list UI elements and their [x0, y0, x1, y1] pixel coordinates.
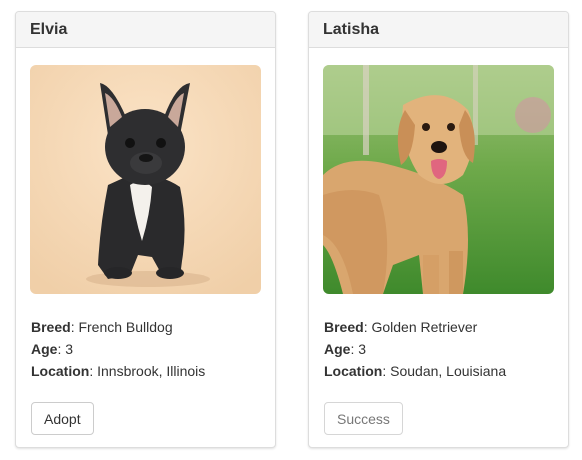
golden-retriever-photo [323, 65, 554, 294]
pet-card-body: Breed: Golden Retriever Age: 3 Location:… [309, 48, 568, 447]
breed-value: Golden Retriever [371, 319, 478, 335]
pet-card-body: Breed: French Bulldog Age: 3 Location: I… [16, 48, 275, 447]
breed-label: Breed [31, 319, 71, 335]
pet-name: Latisha [309, 12, 568, 48]
breed-value: French Bulldog [78, 319, 173, 335]
pet-info: Breed: Golden Retriever Age: 3 Location:… [324, 316, 506, 382]
location-value: Innsbrook, Illinois [97, 363, 206, 379]
location-value: Soudan, Louisiana [390, 363, 507, 379]
breed-row: Breed: Golden Retriever [324, 319, 478, 335]
age-label: Age [31, 341, 58, 357]
location-row: Location: Innsbrook, Illinois [31, 363, 206, 379]
pet-info: Breed: French Bulldog Age: 3 Location: I… [31, 316, 205, 382]
age-value: 3 [65, 341, 74, 357]
pet-photo [30, 65, 261, 294]
location-row: Location: Soudan, Louisiana [324, 363, 507, 379]
success-button[interactable]: Success [324, 402, 403, 435]
pet-card: Latisha Breed: Golden Retriever Age: 3 L… [308, 11, 569, 448]
adopt-button[interactable]: Adopt [31, 402, 94, 435]
age-value: 3 [358, 341, 367, 357]
pet-photo [323, 65, 554, 294]
location-label: Location [324, 363, 383, 379]
age-label: Age [324, 341, 351, 357]
pet-card: Elvia Breed: French Bulldog Age: 3 Locat… [15, 11, 276, 448]
breed-row: Breed: French Bulldog [31, 319, 173, 335]
age-row: Age: 3 [324, 341, 367, 357]
french-bulldog-photo [30, 65, 261, 294]
pet-name: Elvia [16, 12, 275, 48]
location-label: Location [31, 363, 90, 379]
age-row: Age: 3 [31, 341, 74, 357]
breed-label: Breed [324, 319, 364, 335]
